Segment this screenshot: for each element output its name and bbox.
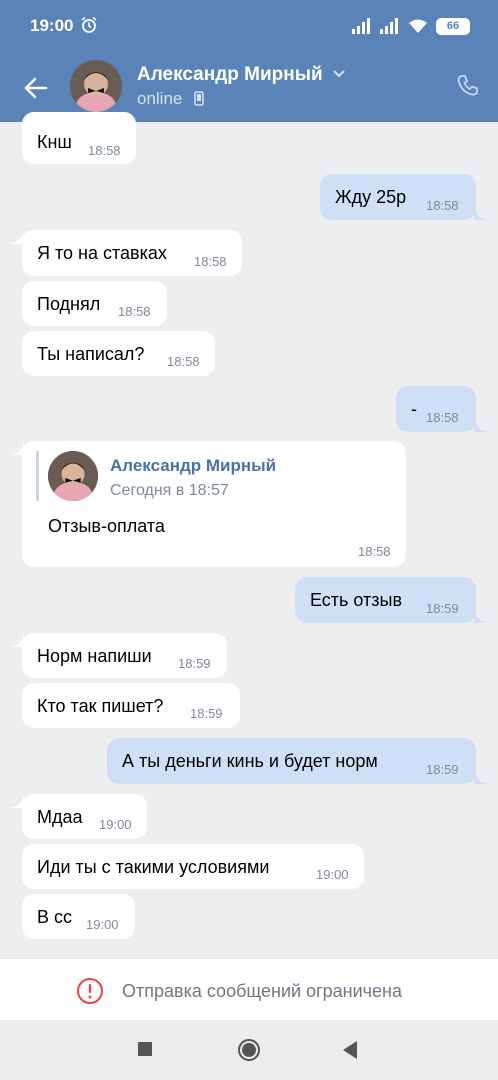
message-incoming[interactable]: Кнш 18:58: [22, 112, 136, 164]
warning-icon: [77, 978, 103, 1004]
message-time: 18:58: [88, 143, 121, 158]
back-arrow-icon[interactable]: [22, 74, 50, 102]
message-time: 18:59: [426, 601, 459, 616]
message-time: 18:59: [426, 762, 459, 777]
message-text: В сс: [37, 907, 73, 927]
message-text: Иди ты с такими условиями: [37, 857, 270, 877]
message-text: А ты деньги кинь и будет норм: [122, 751, 378, 771]
status-bar: 19:00 66: [0, 0, 498, 52]
message-outgoing[interactable]: Жду 25р 18:58: [320, 174, 476, 220]
bubble-tail: [474, 770, 488, 784]
forward-author-name[interactable]: Александр Мирный: [110, 456, 276, 476]
forwarded-message[interactable]: Александр Мирный Сегодня в 18:57 Отзыв-о…: [22, 441, 406, 567]
message-outgoing[interactable]: А ты деньги кинь и будет норм 18:59: [107, 738, 476, 784]
alarm-icon: [81, 16, 97, 33]
message-outgoing[interactable]: Есть отзыв 18:59: [295, 577, 476, 623]
message-incoming[interactable]: Кто так пишет? 18:59: [22, 683, 240, 728]
chevron-down-icon[interactable]: [332, 68, 346, 80]
restriction-text: Отправка сообщений ограничена: [122, 981, 402, 1001]
message-text: Жду 25р: [335, 187, 407, 207]
online-status: online: [137, 89, 183, 108]
contact-avatar[interactable]: [70, 60, 122, 112]
message-text: Поднял: [37, 294, 101, 314]
message-incoming[interactable]: Норм напиши 18:59: [22, 633, 227, 678]
forward-date: Сегодня в 18:57: [110, 482, 229, 499]
message-incoming[interactable]: Я то на ставках 18:58: [22, 230, 242, 276]
wifi-icon: [409, 19, 427, 33]
message-time: 18:58: [118, 304, 151, 319]
battery-icon: 66: [436, 17, 470, 35]
message-time: 19:00: [316, 867, 349, 882]
message-time: 18:58: [426, 410, 459, 425]
signal-icon-2: [380, 18, 398, 34]
recents-button[interactable]: [138, 1042, 152, 1056]
message-time: 18:58: [426, 198, 459, 213]
message-incoming[interactable]: Ты написал? 18:58: [22, 331, 215, 376]
message-outgoing[interactable]: - 18:58: [396, 386, 476, 432]
message-text: Кнш: [37, 132, 72, 152]
phone-call-icon[interactable]: [457, 74, 479, 96]
message-time: 19:00: [99, 817, 132, 832]
message-text: Мдаа: [37, 807, 83, 827]
forward-quote-bar: [36, 451, 39, 501]
messaging-restricted-banner: Отправка сообщений ограничена: [0, 958, 498, 1020]
status-time: 19:00: [30, 16, 74, 35]
message-time: 18:58: [167, 354, 200, 369]
signal-icon: [352, 18, 370, 34]
message-incoming[interactable]: Мдаа 19:00: [22, 794, 147, 839]
message-incoming[interactable]: В сс 19:00: [22, 894, 135, 939]
message-time: 19:00: [86, 917, 119, 932]
bubble-tail: [474, 206, 488, 220]
message-incoming[interactable]: Поднял 18:58: [22, 281, 167, 326]
message-text: Есть отзыв: [310, 590, 403, 610]
message-text: Я то на ставках: [37, 243, 167, 263]
message-time: 18:59: [190, 706, 223, 721]
home-button[interactable]: [237, 1038, 261, 1062]
message-text: -: [411, 399, 417, 419]
message-text: Норм напиши: [37, 646, 152, 666]
message-time: 18:58: [358, 544, 391, 559]
message-text: Кто так пишет?: [37, 696, 164, 716]
message-text: Отзыв-оплата: [48, 516, 165, 536]
message-time: 18:59: [178, 656, 211, 671]
contact-name[interactable]: Александр Мирный: [137, 64, 323, 86]
forward-author-avatar[interactable]: [48, 451, 98, 501]
message-text: Ты написал?: [37, 344, 145, 364]
message-time: 18:58: [194, 254, 227, 269]
system-nav-bar: [0, 1020, 498, 1080]
bubble-tail: [474, 609, 488, 623]
back-button[interactable]: [342, 1040, 358, 1060]
bubble-tail: [474, 418, 488, 432]
mobile-icon: [194, 91, 204, 106]
message-incoming[interactable]: Иди ты с такими условиями 19:00: [22, 844, 364, 889]
